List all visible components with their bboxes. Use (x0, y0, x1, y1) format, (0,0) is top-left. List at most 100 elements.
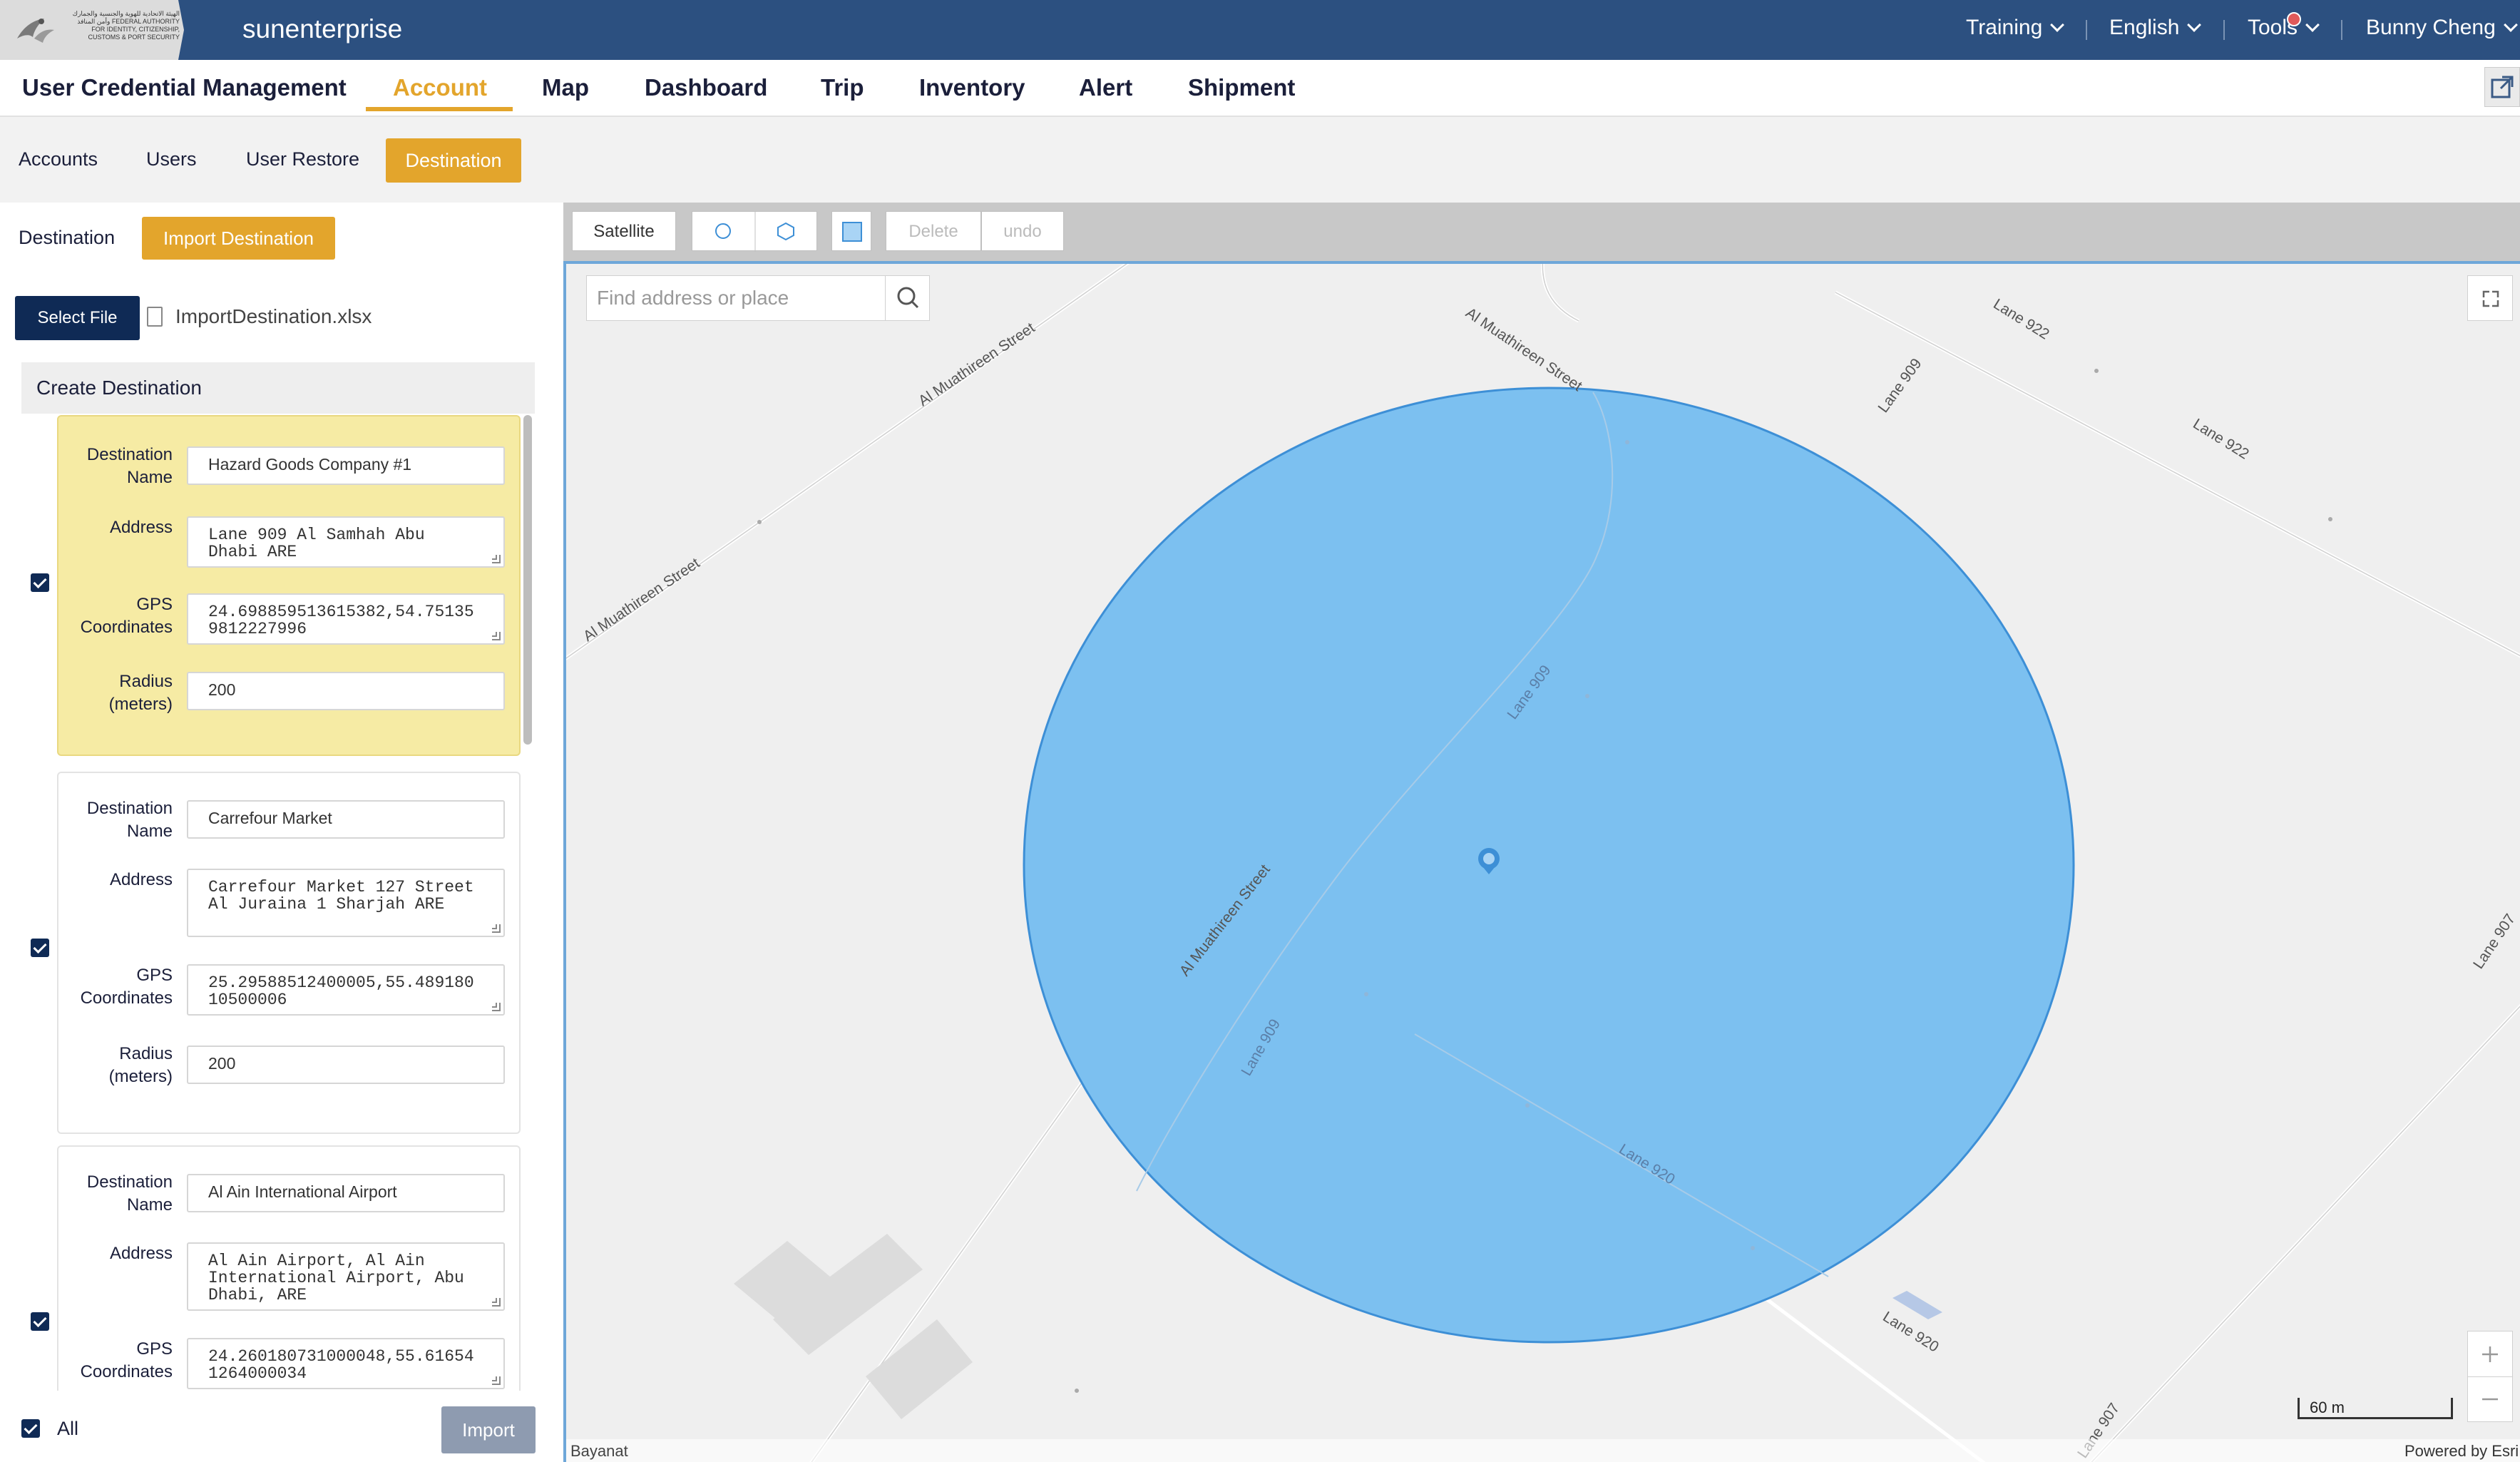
user-menu[interactable]: Bunny Cheng (2366, 16, 2518, 40)
radius-input[interactable]: 200 (187, 672, 505, 710)
resize-handle-icon[interactable] (492, 555, 501, 563)
training-menu[interactable]: Training (1966, 16, 2065, 40)
destination-checkbox[interactable] (31, 573, 49, 592)
field-label: Radius (meters) (108, 1044, 173, 1086)
panel-title: Destination (19, 227, 116, 248)
map-scale-bar: 60 m (2298, 1398, 2453, 1419)
street-label: Lane 922 (2190, 416, 2251, 463)
field-label: Destination Name (86, 1172, 173, 1215)
resize-handle-icon[interactable] (492, 1298, 501, 1307)
subtab-destination[interactable]: Destination (386, 138, 521, 183)
chevron-down-icon (2305, 18, 2320, 32)
notification-dot (2287, 12, 2301, 26)
address-textarea[interactable]: Carrefour Market 127 Street Al Juraina 1… (187, 869, 505, 937)
select-file-button[interactable]: Select File (15, 296, 140, 340)
destination-checkbox[interactable] (31, 1312, 49, 1331)
destination-list[interactable]: Destination Name Hazard Goods Company #1 … (0, 414, 535, 1391)
delete-shape-button[interactable]: Delete (886, 211, 981, 251)
radius-input[interactable]: 200 (187, 1046, 505, 1084)
destination-card[interactable]: Destination Name Al Ain International Air… (57, 1145, 521, 1391)
authority-logo: الهيئة الاتحادية للهوية والجنسية والجمار… (0, 0, 184, 60)
destination-name-input[interactable]: Hazard Goods Company #1 (187, 446, 505, 485)
selected-file-name: ImportDestination.xlsx (175, 305, 372, 327)
import-destination-button[interactable]: Import Destination (142, 217, 335, 260)
chevron-down-icon (2050, 18, 2065, 32)
field-label: Address (109, 518, 173, 537)
tab-user-credential-management[interactable]: User Credential Management (22, 74, 347, 101)
map-canvas[interactable]: Al Muathireen Street Al Muathireen Stree… (566, 264, 2520, 1462)
address-textarea[interactable]: Lane 909 Al Samhah Abu Dhabi ARE (187, 516, 505, 568)
tab-shipment[interactable]: Shipment (1188, 74, 1295, 101)
gps-coordinates-textarea[interactable]: 25.29588512400005,55.48918010500006 (187, 964, 505, 1016)
select-all-label: All (57, 1418, 79, 1439)
circle-icon (715, 223, 731, 239)
destination-card[interactable]: Destination Name Hazard Goods Company #1 … (57, 415, 521, 756)
user-menu-label: Bunny Cheng (2366, 16, 2496, 39)
top-bar: الهيئة الاتحادية للهوية والجنسية والجمار… (0, 0, 2520, 60)
subtab-user-restore[interactable]: User Restore (246, 148, 359, 170)
draw-polygon-button[interactable] (754, 211, 817, 251)
plus-icon (2482, 1346, 2498, 1362)
destination-checkbox[interactable] (31, 939, 49, 957)
scrollbar-thumb[interactable] (523, 415, 532, 745)
subtab-users[interactable]: Users (146, 148, 197, 170)
tab-inventory[interactable]: Inventory (919, 74, 1025, 101)
attribution-bar (566, 1439, 2520, 1462)
resize-handle-icon[interactable] (492, 632, 501, 640)
tab-trip[interactable]: Trip (821, 74, 864, 101)
open-external-button[interactable] (2484, 67, 2520, 107)
file-icon (147, 307, 163, 327)
destination-name-input[interactable]: Al Ain International Airport (187, 1174, 505, 1212)
address-textarea[interactable]: Al Ain Airport, Al Ain International Air… (187, 1242, 505, 1311)
map-view[interactable]: Al Muathireen Street Al Muathireen Stree… (563, 261, 2520, 1462)
draw-circle-button[interactable] (692, 211, 754, 251)
resize-handle-icon[interactable] (492, 1376, 501, 1385)
gps-coordinates-textarea[interactable]: 24.260180731000048,55.616541264000034 (187, 1338, 505, 1389)
tab-dashboard[interactable]: Dashboard (645, 74, 767, 101)
destination-card[interactable]: Destination Name Carrefour Market Address… (57, 772, 521, 1134)
select-all-checkbox[interactable] (21, 1419, 40, 1438)
search-button[interactable] (885, 276, 931, 320)
falcon-logo-icon (17, 19, 54, 43)
resize-handle-icon[interactable] (492, 924, 501, 933)
satellite-button[interactable]: Satellite (572, 211, 676, 251)
zoom-in-button[interactable] (2468, 1331, 2512, 1377)
street-label: Lane 909 (1875, 356, 1925, 416)
resize-handle-icon[interactable] (492, 1003, 501, 1011)
minus-icon (2482, 1398, 2498, 1401)
language-menu[interactable]: English (2109, 16, 2202, 40)
tools-menu[interactable]: Tools (2248, 16, 2320, 40)
divider (2223, 20, 2225, 40)
expand-icon (2482, 290, 2499, 307)
undo-button[interactable]: undo (981, 211, 1064, 251)
fullscreen-button[interactable] (2467, 275, 2513, 321)
map-search-input[interactable] (587, 276, 885, 320)
destination-name-input[interactable]: Carrefour Market (187, 800, 505, 839)
tab-map[interactable]: Map (542, 74, 589, 101)
street-label: Al Muathireen Street (916, 320, 1038, 409)
draw-rectangle-button[interactable] (831, 211, 871, 251)
subtab-accounts[interactable]: Accounts (19, 148, 98, 170)
street-label: Lane 907 (2470, 911, 2519, 971)
field-label: Destination Name (86, 445, 173, 487)
street-label: Al Muathireen Street (580, 555, 703, 645)
tab-account[interactable]: Account (393, 74, 487, 101)
import-button[interactable]: Import (441, 1406, 536, 1453)
street-label: Al Muathireen Street (1463, 305, 1585, 394)
chevron-down-icon (2503, 18, 2518, 32)
sub-nav (0, 118, 2520, 203)
field-label: GPS Coordinates (80, 966, 173, 1008)
zoom-out-button[interactable] (2468, 1377, 2512, 1421)
brand-name: sunenterprise (242, 14, 403, 44)
logo-text: الهيئة الاتحادية للهوية والجنسية والجمار… (72, 10, 180, 41)
gps-coordinates-textarea[interactable]: 24.698859513615382,54.751359812227996 (187, 593, 505, 645)
chevron-down-icon (2187, 18, 2202, 32)
divider (2086, 20, 2087, 40)
field-label: Destination Name (86, 799, 173, 841)
geofence-circle[interactable] (1023, 387, 2075, 1344)
tab-alert[interactable]: Alert (1079, 74, 1132, 101)
polygon-icon (777, 222, 794, 241)
zoom-control (2467, 1331, 2513, 1422)
create-destination-header: Create Destination (21, 362, 535, 414)
powered-by-attribution: Powered by Esri (2404, 1442, 2519, 1460)
